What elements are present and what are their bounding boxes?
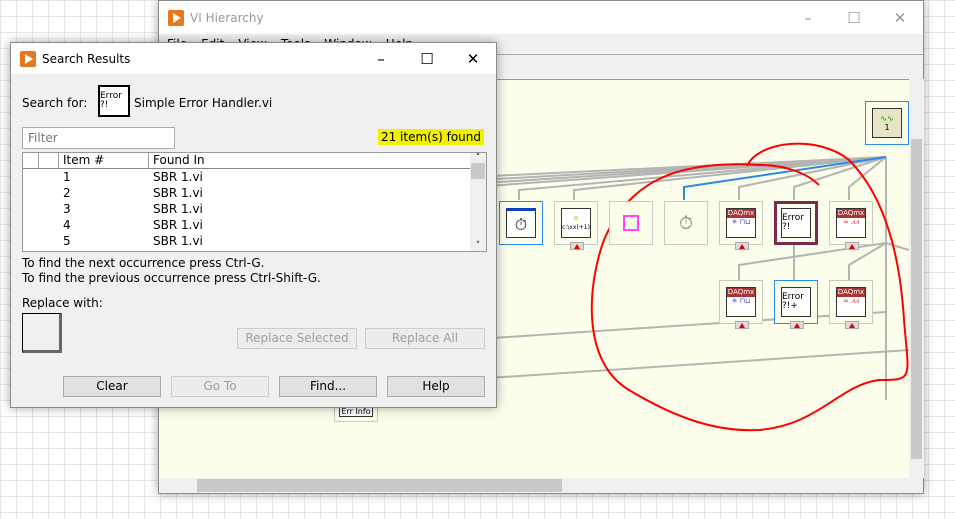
item-number: 2 bbox=[63, 186, 71, 200]
general-error-handler-icon: Error ?!+ bbox=[781, 287, 811, 317]
new-file-path-icon: ✳ c:\xx(+1) bbox=[561, 208, 591, 238]
found-in: SBR 1.vi bbox=[153, 186, 203, 200]
item-number: 4 bbox=[63, 218, 71, 232]
expand-arrow-icon[interactable] bbox=[735, 242, 749, 250]
replace-selected-button[interactable]: Replace Selected bbox=[237, 328, 357, 349]
simple-error-handler-icon: Error ?! bbox=[781, 208, 811, 238]
found-count: 21 item(s) found bbox=[377, 129, 484, 145]
node-simple-error-handler[interactable]: Error ?! bbox=[774, 201, 818, 245]
node-stopwatch-question[interactable]: ⏱ bbox=[499, 201, 543, 245]
stopwatch-icon: ⏱ bbox=[678, 212, 694, 234]
node-stopwatch[interactable]: ⏱ bbox=[664, 201, 708, 245]
replace-with-control[interactable] bbox=[22, 313, 62, 353]
expand-arrow-icon[interactable] bbox=[735, 321, 749, 329]
daqmx-read-icon: DAQmx ∞ ⩘⩘ bbox=[836, 208, 866, 238]
labview-logo-icon bbox=[20, 50, 36, 67]
table-row[interactable]: 5 SBR 1.vi bbox=[23, 233, 486, 249]
list-scrollbar[interactable]: ˄ ˅ bbox=[470, 153, 486, 251]
help-button[interactable]: Help bbox=[387, 376, 485, 397]
item-number: 5 bbox=[63, 234, 71, 248]
list-header: Item # Found In bbox=[23, 153, 486, 169]
table-row[interactable]: 4 SBR 1.vi bbox=[23, 217, 486, 233]
replace-all-button[interactable]: Replace All bbox=[365, 328, 485, 349]
minimize-button[interactable]: – bbox=[785, 1, 831, 34]
column-found-in[interactable]: Found In bbox=[149, 153, 471, 168]
node-daqmx-read-2[interactable]: DAQmx ∞ ⩘⩘ bbox=[829, 280, 873, 329]
search-target: Simple Error Handler.vi bbox=[134, 96, 273, 110]
horizontal-scrollbar[interactable] bbox=[159, 478, 909, 493]
results-list[interactable]: Item # Found In 1 SBR 1.vi 2 SBR 1.vi 3 SBR 1… bbox=[22, 152, 487, 252]
hint-next: To find the next occurrence press Ctrl-G… bbox=[22, 256, 265, 270]
found-in: SBR 1.vi bbox=[153, 170, 203, 184]
vertical-scrollbar[interactable] bbox=[909, 79, 924, 478]
expand-arrow-icon[interactable] bbox=[845, 242, 859, 250]
instance-badge: 1 bbox=[884, 123, 890, 132]
found-in: SBR 1.vi bbox=[153, 202, 203, 216]
minimize-button[interactable]: – bbox=[358, 43, 404, 74]
node-pink-square[interactable] bbox=[609, 201, 653, 245]
daqmx-create-task-icon: DAQmx ✳ ⊓⊔ bbox=[726, 287, 756, 317]
item-number: 3 bbox=[63, 202, 71, 216]
table-row[interactable]: 1 SBR 1.vi bbox=[23, 169, 486, 185]
simple-error-handler-icon: Error ?! bbox=[98, 85, 130, 117]
go-to-button[interactable]: Go To bbox=[171, 376, 269, 397]
pink-square-icon bbox=[623, 215, 639, 231]
find-button[interactable]: Find... bbox=[279, 376, 377, 397]
table-row[interactable]: 2 SBR 1.vi bbox=[23, 185, 486, 201]
top-level-vi-node[interactable]: ∿∿ 1 bbox=[865, 101, 909, 145]
dialog-title-bar[interactable]: Search Results – ☐ ✕ bbox=[11, 43, 496, 74]
found-in: SBR 1.vi bbox=[153, 234, 203, 248]
title-bar[interactable]: VI Hierarchy – ☐ ✕ bbox=[159, 1, 923, 34]
table-row[interactable]: 3 SBR 1.vi bbox=[23, 201, 486, 217]
node-daqmx-create-2[interactable]: DAQmx ✳ ⊓⊔ bbox=[719, 280, 763, 329]
close-button[interactable]: ✕ bbox=[450, 43, 496, 74]
dialog-title: Search Results bbox=[42, 51, 131, 66]
maximize-button[interactable]: ☐ bbox=[831, 1, 877, 34]
search-results-dialog: Search Results – ☐ ✕ Search for: Error ?… bbox=[10, 42, 497, 408]
clear-button[interactable]: Clear bbox=[63, 376, 161, 397]
window-title: VI Hierarchy bbox=[190, 10, 264, 25]
link bbox=[885, 242, 909, 251]
search-for-label: Search for: bbox=[22, 96, 88, 110]
close-button[interactable]: ✕ bbox=[877, 1, 923, 34]
replace-with-label: Replace with: bbox=[22, 296, 103, 310]
node-daqmx-read[interactable]: DAQmx ∞ ⩘⩘ bbox=[829, 201, 873, 250]
node-new-file-path[interactable]: ✳ c:\xx(+1) bbox=[554, 201, 598, 250]
filter-input[interactable] bbox=[22, 127, 175, 149]
found-in: SBR 1.vi bbox=[153, 218, 203, 232]
node-general-error-handler[interactable]: Error ?!+ bbox=[774, 280, 818, 329]
node-daqmx-create[interactable]: DAQmx ✳ ⊓⊔ bbox=[719, 201, 763, 250]
expand-arrow-icon[interactable] bbox=[845, 321, 859, 329]
column-item-number[interactable]: Item # bbox=[59, 153, 149, 168]
hint-previous: To find the previous occurrence press Ct… bbox=[22, 271, 321, 285]
expand-arrow-icon[interactable] bbox=[570, 242, 584, 250]
daqmx-read-icon: DAQmx ∞ ⩘⩘ bbox=[836, 287, 866, 317]
waveform-chart-icon: ∿∿ 1 bbox=[872, 108, 902, 138]
daqmx-create-task-icon: DAQmx ✳ ⊓⊔ bbox=[726, 208, 756, 238]
maximize-button[interactable]: ☐ bbox=[404, 43, 450, 74]
stopwatch-question-icon: ⏱ bbox=[506, 208, 536, 238]
labview-logo-icon bbox=[168, 9, 184, 26]
item-number: 1 bbox=[63, 170, 71, 184]
expand-arrow-icon[interactable] bbox=[790, 321, 804, 329]
link bbox=[738, 242, 887, 280]
